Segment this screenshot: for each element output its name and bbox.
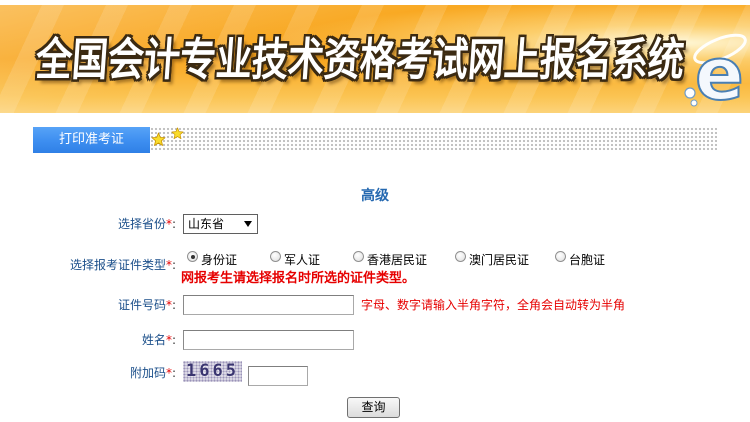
radio-button[interactable]	[187, 251, 198, 262]
label-colon: :	[171, 217, 176, 231]
name-label: 姓名*:	[0, 332, 176, 348]
radio-button[interactable]	[270, 251, 281, 262]
radio-button[interactable]	[353, 251, 364, 262]
radio-label: 军人证	[284, 253, 321, 267]
name-input[interactable]	[183, 330, 354, 350]
label-colon: :	[171, 298, 176, 312]
radio-label: 身份证	[201, 253, 238, 267]
province-label-text: 选择省份	[117, 217, 166, 231]
radio-button[interactable]	[455, 251, 466, 262]
radio-label: 香港居民证	[367, 253, 428, 267]
id-type-note: 网报考生请选择报名时所选的证件类型。	[181, 271, 416, 286]
radio-button[interactable]	[555, 251, 566, 262]
form-title: 高级	[361, 188, 389, 204]
label-colon: :	[171, 333, 176, 347]
name-label-text: 姓名	[141, 333, 166, 347]
province-label: 选择省份*:	[0, 216, 176, 232]
province-select[interactable]: 山东省	[183, 214, 258, 234]
label-colon: :	[171, 258, 176, 272]
captcha-image[interactable]: 1665	[183, 361, 242, 382]
query-button[interactable]: 查询	[347, 397, 400, 418]
id-type-label-text: 选择报考证件类型	[69, 258, 166, 272]
captcha-label: 附加码*:	[0, 365, 176, 381]
radio-label: 台胞证	[569, 253, 606, 267]
id-type-label: 选择报考证件类型*:	[0, 257, 176, 273]
id-number-input[interactable]	[183, 295, 354, 315]
id-number-label: 证件号码*:	[0, 297, 176, 313]
captcha-input[interactable]	[248, 366, 308, 386]
id-number-label-text: 证件号码	[117, 298, 166, 312]
label-colon: :	[171, 366, 176, 380]
query-form: 高级 选择省份*: 山东省 选择报考证件类型*: 身份证 军人证 香港居民证 澳…	[0, 0, 750, 422]
star-icon	[171, 127, 184, 140]
id-number-hint: 字母、数字请输入半角字符，全角会自动转为半角	[361, 298, 626, 312]
province-selected-value: 山东省	[188, 217, 225, 231]
dropdown-arrow-icon[interactable]	[244, 221, 252, 227]
captcha-label-text: 附加码	[129, 366, 166, 380]
star-icon	[151, 132, 166, 146]
radio-label: 澳门居民证	[469, 253, 530, 267]
